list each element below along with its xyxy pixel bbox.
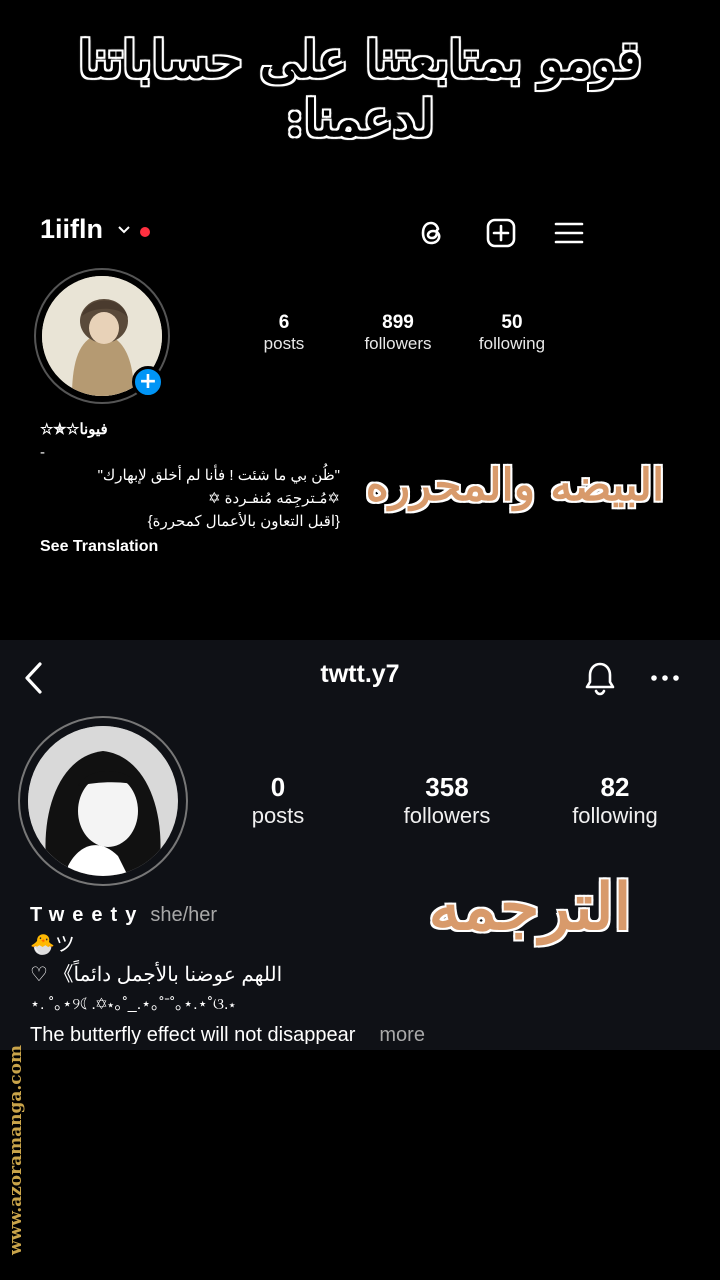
banner-title: قومو بمتابعتنا على حساباتنا لدعمنا: (78, 30, 642, 148)
overlay-caption: البيضه والمحرره (365, 460, 665, 511)
chevron-down-icon[interactable] (116, 218, 132, 242)
more-link[interactable]: more (379, 1024, 425, 1044)
bell-icon[interactable] (580, 658, 620, 698)
threads-icon[interactable] (412, 213, 452, 253)
add-story-button[interactable]: + (132, 366, 164, 398)
display-name: ☆✮☆فيونا (40, 421, 108, 438)
avatar[interactable] (28, 726, 178, 876)
posts-count[interactable]: 6 posts (244, 312, 324, 354)
bio-line: اللهم عوضنا بالأجمل دائماً》 ♡ (30, 964, 283, 986)
bio-dash: - (40, 444, 45, 461)
following-count[interactable]: 82 following (556, 772, 674, 829)
bio-line: {اقبل التعاون بالأعمال كمحررة} (147, 513, 340, 530)
display-name: Tweety (30, 904, 145, 926)
watermark: www.azoramanga.com (6, 1045, 26, 1255)
bio-line: "ظُن بي ما شئت ! فأنا لم أخلق لإبهارك" (97, 467, 340, 484)
overlay-caption: الترجمه (428, 870, 632, 945)
followers-count[interactable]: 899 followers (348, 312, 448, 354)
menu-icon[interactable] (549, 213, 589, 253)
bio: ☆✮☆فيونا - "ظُن بي ما شئت ! فأنا لم أخلق… (40, 418, 340, 558)
bio-line: ⋆. ˚｡⋆୨☾.✡⋆｡˚_.⋆｡˚ˉ˚｡⋆.⋆˚ଓ.⋆ (30, 996, 236, 1013)
notification-dot (140, 227, 150, 237)
bio-line: The butterfly effect will not disappear (30, 1024, 356, 1044)
see-translation-link[interactable]: See Translation (40, 535, 340, 558)
username[interactable]: 1iifln (40, 214, 103, 245)
bio-line: ✡مُـترجِمَه مُنفـردة ✡ (207, 490, 340, 507)
more-options-icon[interactable] (645, 658, 685, 698)
followers-count[interactable]: 358 followers (386, 772, 508, 829)
pronouns: she/her (150, 904, 218, 926)
posts-count[interactable]: 0 posts (228, 772, 328, 829)
add-post-icon[interactable] (481, 213, 521, 253)
following-count[interactable]: 50 following (466, 312, 558, 354)
